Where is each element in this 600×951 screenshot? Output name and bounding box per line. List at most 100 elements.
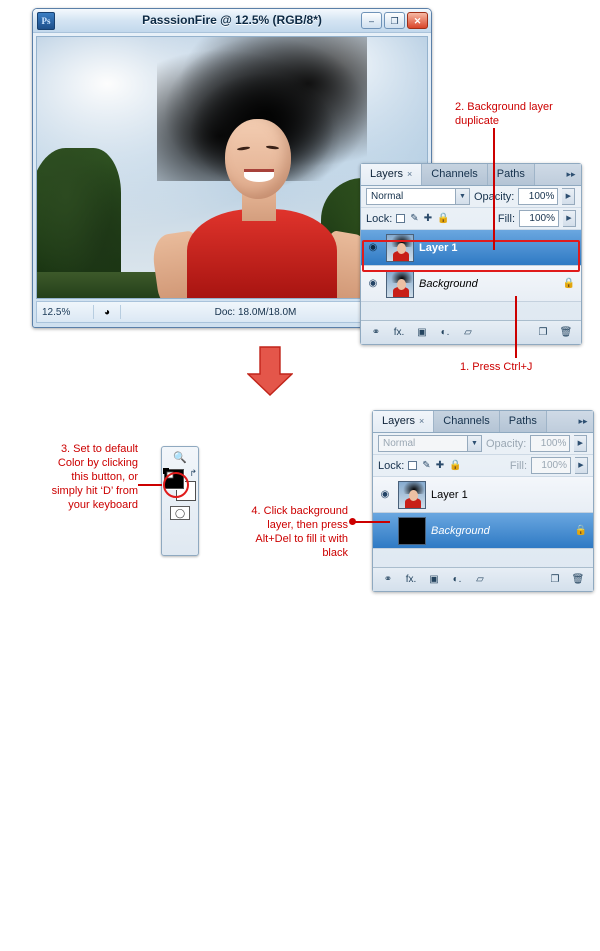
lock-label: Lock: bbox=[366, 212, 393, 225]
mask-icon[interactable]: ▣ bbox=[415, 327, 429, 338]
layer-name[interactable]: Layer 1 bbox=[431, 489, 568, 501]
mask-icon[interactable]: ▣ bbox=[427, 574, 441, 585]
tab-close-icon[interactable]: × bbox=[407, 169, 412, 179]
layer-thumbnail-black[interactable] bbox=[398, 516, 426, 545]
opacity-input[interactable]: 100% bbox=[530, 435, 571, 452]
opacity-input[interactable]: 100% bbox=[518, 188, 559, 205]
highlight-default-colors bbox=[163, 472, 189, 498]
lock-fill-row[interactable]: Lock: ✎ ✚ 🔒 Fill: 100% ▶ bbox=[373, 455, 593, 477]
tab-paths[interactable]: Paths bbox=[487, 164, 535, 185]
close-icon: ✕ bbox=[413, 16, 422, 26]
link-icon[interactable]: ⚭ bbox=[381, 574, 395, 585]
visibility-toggle-icon[interactable]: ◉ bbox=[365, 278, 381, 289]
adjustment-icon[interactable]: ◐. bbox=[450, 574, 464, 585]
quick-mask-button[interactable]: ◯ bbox=[170, 506, 190, 520]
layer-thumbnail[interactable] bbox=[398, 480, 426, 509]
fill-input[interactable]: 100% bbox=[531, 457, 571, 474]
lock-move-icon[interactable]: ✚ bbox=[424, 213, 432, 224]
magnifier-icon: 🔍 bbox=[173, 451, 187, 464]
layer-name[interactable]: Background bbox=[419, 278, 556, 290]
layers-panel-top[interactable]: Layers× Channels Paths ▸▸ Normal ▼ Opaci… bbox=[360, 163, 582, 345]
panel-tab-strip[interactable]: Layers × Channels Paths ▸▸ bbox=[373, 411, 593, 433]
chevron-down-icon[interactable]: ▼ bbox=[455, 189, 469, 204]
annotation-step-3: 3. Set to default Color by clicking this… bbox=[51, 443, 138, 511]
delete-layer-icon[interactable]: 🗑 bbox=[571, 574, 585, 585]
tab-paths[interactable]: Paths bbox=[499, 411, 547, 432]
photo-face bbox=[225, 119, 291, 199]
group-icon[interactable]: ▱ bbox=[461, 327, 475, 338]
swap-colors-icon[interactable]: ↱ bbox=[189, 468, 197, 479]
blend-opacity-row[interactable]: Normal ▼ Opacity: 100% ▶ bbox=[373, 433, 593, 455]
tab-close-icon[interactable]: × bbox=[419, 416, 424, 426]
tab-layers-label: Layers bbox=[382, 415, 416, 427]
quick-mask-icon: ◯ bbox=[174, 507, 186, 518]
lock-pixels-icon[interactable] bbox=[396, 214, 406, 223]
panel-menu-icon[interactable]: ▸▸ bbox=[576, 414, 590, 428]
fill-stepper[interactable]: ▶ bbox=[563, 210, 576, 227]
lock-paint-icon[interactable]: ✎ bbox=[422, 460, 430, 471]
layer-row-layer1[interactable]: ◉ Layer 1 bbox=[373, 477, 593, 513]
blend-opacity-row[interactable]: Normal ▼ Opacity: 100% ▶ bbox=[361, 186, 581, 208]
layer-row-layer1[interactable]: ◉ Layer 1 bbox=[361, 230, 581, 266]
layer-name[interactable]: Layer 1 bbox=[419, 242, 556, 254]
lock-pixels-icon[interactable] bbox=[408, 461, 418, 470]
lock-icon-group[interactable]: ✎ ✚ 🔒 bbox=[408, 460, 462, 471]
panel-tab-strip[interactable]: Layers × Channels Paths ▸▸ bbox=[361, 164, 581, 186]
layers-panel-footer[interactable]: ⚭ fx. ▣ ◐. ▱ ❐ 🗑 bbox=[361, 320, 581, 344]
new-layer-icon[interactable]: ❐ bbox=[536, 327, 550, 338]
maximize-icon: ❐ bbox=[390, 16, 399, 26]
tab-channels[interactable]: Channels bbox=[434, 411, 500, 432]
lock-paint-icon[interactable]: ✎ bbox=[410, 213, 418, 224]
preview-icon[interactable]: ◕ bbox=[94, 307, 120, 318]
tab-layers[interactable]: Layers × bbox=[361, 164, 423, 185]
fill-label: Fill: bbox=[509, 459, 527, 472]
opacity-stepper[interactable]: ▶ bbox=[562, 188, 576, 205]
opacity-stepper[interactable]: ▶ bbox=[574, 435, 588, 452]
tool-palette-fragment[interactable]: 🔍 ↱ ◯ bbox=[161, 446, 199, 556]
visibility-toggle-icon[interactable]: ◉ bbox=[377, 489, 393, 500]
layer-thumbnail[interactable] bbox=[386, 233, 414, 262]
window-titlebar[interactable]: Ps PasssionFire @ 12.5% (RGB/8*) – ❐ ✕ bbox=[33, 9, 431, 33]
fx-icon[interactable]: fx. bbox=[392, 327, 406, 338]
lock-icon-group[interactable]: ✎ ✚ 🔒 bbox=[396, 213, 450, 224]
layer-thumbnail[interactable] bbox=[386, 269, 414, 298]
delete-layer-icon[interactable]: 🗑 bbox=[559, 327, 573, 338]
blend-mode-value: Normal bbox=[371, 191, 404, 202]
fill-label: Fill: bbox=[497, 212, 515, 225]
link-icon[interactable]: ⚭ bbox=[369, 327, 383, 338]
minimize-button[interactable]: – bbox=[361, 12, 382, 29]
new-layer-icon[interactable]: ❐ bbox=[548, 574, 562, 585]
group-icon[interactable]: ▱ bbox=[473, 574, 487, 585]
fx-icon[interactable]: fx. bbox=[404, 574, 418, 585]
chevron-down-icon[interactable]: ▼ bbox=[467, 436, 481, 451]
panel-menu-icon[interactable]: ▸▸ bbox=[564, 167, 578, 181]
fill-input[interactable]: 100% bbox=[519, 210, 559, 227]
leader-line-step-4 bbox=[352, 521, 390, 523]
tab-layers[interactable]: Layers × bbox=[373, 411, 435, 432]
window-controls[interactable]: – ❐ ✕ bbox=[361, 12, 428, 29]
layers-panel-footer[interactable]: ⚭ fx. ▣ ◐. ▱ ❐ 🗑 bbox=[373, 567, 593, 591]
blend-mode-select[interactable]: Normal ▼ bbox=[378, 435, 482, 452]
blend-mode-value: Normal bbox=[383, 438, 416, 449]
adjustment-icon[interactable]: ◐. bbox=[438, 327, 452, 338]
close-button[interactable]: ✕ bbox=[407, 12, 428, 29]
lock-all-icon[interactable]: 🔒 bbox=[437, 213, 449, 224]
layer-lock-indicator: 🔒 bbox=[562, 278, 576, 289]
zoom-level[interactable]: 12.5% bbox=[37, 307, 93, 318]
zoom-tool-button[interactable]: 🔍 bbox=[162, 447, 198, 467]
lock-all-icon[interactable]: 🔒 bbox=[449, 460, 461, 471]
tab-channels[interactable]: Channels bbox=[422, 164, 488, 185]
layer-row-background[interactable]: ◉ Background 🔒 bbox=[361, 266, 581, 302]
tab-layers-label: Layers bbox=[370, 168, 404, 180]
lock-move-icon[interactable]: ✚ bbox=[436, 460, 444, 471]
annotation-step-4: 4. Click background layer, then press Al… bbox=[251, 505, 348, 559]
fill-stepper[interactable]: ▶ bbox=[575, 457, 588, 474]
layers-panel-bottom[interactable]: Layers × Channels Paths ▸▸ Normal ▼ Opaci… bbox=[372, 410, 594, 592]
opacity-label: Opacity: bbox=[486, 437, 527, 450]
layer-row-background[interactable]: Background 🔒 bbox=[373, 513, 593, 549]
blend-mode-select[interactable]: Normal ▼ bbox=[366, 188, 470, 205]
visibility-toggle-icon[interactable]: ◉ bbox=[365, 242, 381, 253]
maximize-button[interactable]: ❐ bbox=[384, 12, 405, 29]
lock-fill-row[interactable]: Lock: ✎ ✚ 🔒 Fill: 100% ▶ bbox=[361, 208, 581, 230]
layer-name[interactable]: Background bbox=[431, 525, 568, 537]
